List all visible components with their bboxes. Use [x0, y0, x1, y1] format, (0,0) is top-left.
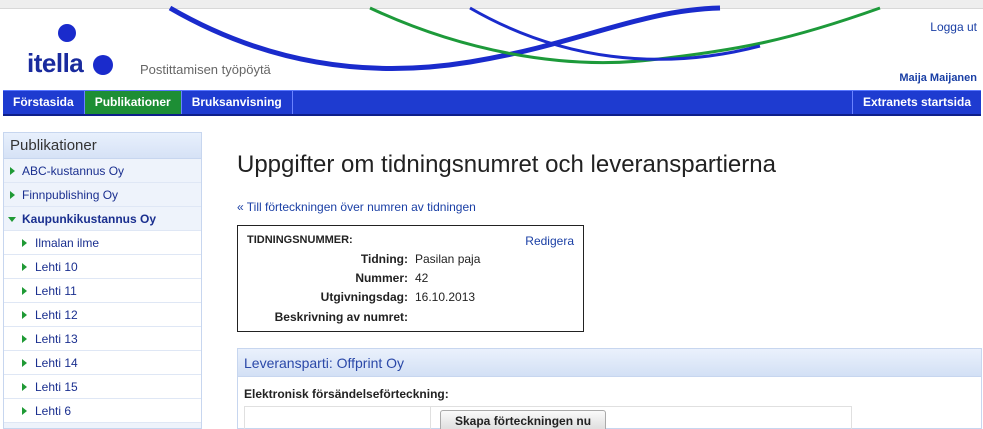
delivery-table: Skapa förteckningen nu — [244, 406, 852, 429]
issue-row-utgivningsdag: Utgivningsdag: 16.10.2013 — [238, 290, 585, 308]
arrow-right-icon — [22, 383, 27, 391]
edit-issue-link[interactable]: Redigera — [525, 234, 574, 248]
arrow-right-icon — [10, 191, 15, 199]
sidebar-item-lehti-11[interactable]: Lehti 11 — [4, 279, 201, 303]
sidebar-item-ilmalan-ilme[interactable]: Ilmalan ilme — [4, 231, 201, 255]
logout-link[interactable]: Logga ut — [930, 20, 977, 34]
sidebar-item-kaupunkikustannus[interactable]: Kaupunkikustannus Oy — [4, 207, 201, 231]
sidebar-item-label: Kaupunkikustannus Oy — [22, 212, 157, 226]
sidebar-item-label: Lehti 12 — [35, 308, 78, 322]
create-list-button[interactable]: Skapa förteckningen nu — [440, 410, 607, 429]
arrow-right-icon — [22, 263, 27, 271]
sidebar-item-lehti-13[interactable]: Lehti 13 — [4, 327, 201, 351]
sidebar-item-label: Lehti 15 — [35, 380, 78, 394]
electronic-list-label: Elektronisk försändelseförteckning: — [244, 387, 449, 401]
sidebar-item-lehti-12[interactable]: Lehti 12 — [4, 303, 201, 327]
nav-item-extranet-start[interactable]: Extranets startsida — [851, 91, 981, 114]
sidebar-title: Publikationer — [4, 133, 201, 159]
sidebar-item-lehti-14[interactable]: Lehti 14 — [4, 351, 201, 375]
sidebar-item-label: Lehti 11 — [35, 284, 77, 298]
sidebar-item-finnpublishing[interactable]: Finnpublishing Oy — [4, 183, 201, 207]
arrow-right-icon — [22, 311, 27, 319]
sidebar-item-abc-kustannus[interactable]: ABC-kustannus Oy — [4, 159, 201, 183]
arrow-right-icon — [22, 239, 27, 247]
issue-field-value: 42 — [415, 271, 429, 285]
issue-field-label: Utgivningsdag: — [320, 290, 408, 304]
arrow-right-icon — [22, 287, 27, 295]
back-to-issue-list-link[interactable]: « Till förteckningen över numren av tidn… — [237, 200, 476, 214]
page: itella Postittamisen työpöytä Logga ut M… — [0, 0, 983, 429]
sidebar: Publikationer ABC-kustannus Oy Finnpubli… — [3, 132, 202, 429]
issue-row-beskrivning: Beskrivning av numret: — [238, 310, 585, 328]
sidebar-item-label: Lehti 6 — [35, 404, 72, 418]
issue-info-heading: TIDNINGSNUMMER: — [247, 234, 353, 246]
sidebar-item-label: Ilmalan ilme — [35, 236, 100, 250]
delivery-panel: Leveransparti: Offprint Oy Elektronisk f… — [237, 348, 982, 429]
sidebar-item-label: Lehti 10 — [35, 260, 78, 274]
nav-item-bruksanvisning[interactable]: Bruksanvisning — [182, 91, 293, 114]
sidebar-item-label: Finnpublishing Oy — [22, 188, 119, 202]
sidebar-item-lehti-10[interactable]: Lehti 10 — [4, 255, 201, 279]
header: itella Postittamisen työpöytä Logga ut M… — [0, 0, 983, 90]
issue-field-value: Pasilan paja — [415, 252, 481, 266]
itella-logo: itella — [27, 48, 84, 78]
issue-row-nummer: Nummer: 42 — [238, 271, 585, 289]
issue-info-box: TIDNINGSNUMMER: Redigera Tidning: Pasila… — [237, 225, 584, 332]
arrow-right-icon — [10, 167, 15, 175]
arrow-right-icon — [22, 359, 27, 367]
nav-item-forstasida[interactable]: Förstasida — [3, 91, 85, 114]
arrow-down-icon — [8, 217, 16, 222]
sidebar-item-label: ABC-kustannus Oy — [22, 164, 125, 178]
issue-field-value: 16.10.2013 — [415, 290, 476, 304]
arrow-right-icon — [22, 335, 27, 343]
logo-dot-icon — [58, 24, 76, 42]
arrow-right-icon — [22, 407, 27, 415]
logo-circle-icon — [93, 55, 113, 75]
sidebar-item-lehti-6[interactable]: Lehti 6 — [4, 399, 201, 423]
username: Maija Maijanen — [899, 72, 977, 84]
nav-item-publikationer[interactable]: Publikationer — [84, 91, 182, 114]
main-nav: Förstasida Publikationer Bruksanvisning … — [3, 90, 981, 116]
sidebar-item-label: Lehti 13 — [35, 332, 78, 346]
delivery-table-cell — [245, 407, 431, 429]
page-title: Uppgifter om tidningsnumret och leverans… — [237, 151, 776, 178]
sidebar-item-lehti-15[interactable]: Lehti 15 — [4, 375, 201, 399]
sidebar-item-label: Lehti 14 — [35, 356, 78, 370]
delivery-panel-heading: Leveransparti: Offprint Oy — [238, 349, 981, 377]
issue-field-label: Beskrivning av numret: — [274, 310, 408, 324]
app-tagline: Postittamisen työpöytä — [140, 62, 271, 77]
issue-field-label: Tidning: — [360, 252, 408, 266]
issue-row-tidning: Tidning: Pasilan paja — [238, 252, 585, 270]
issue-field-label: Nummer: — [355, 271, 408, 285]
